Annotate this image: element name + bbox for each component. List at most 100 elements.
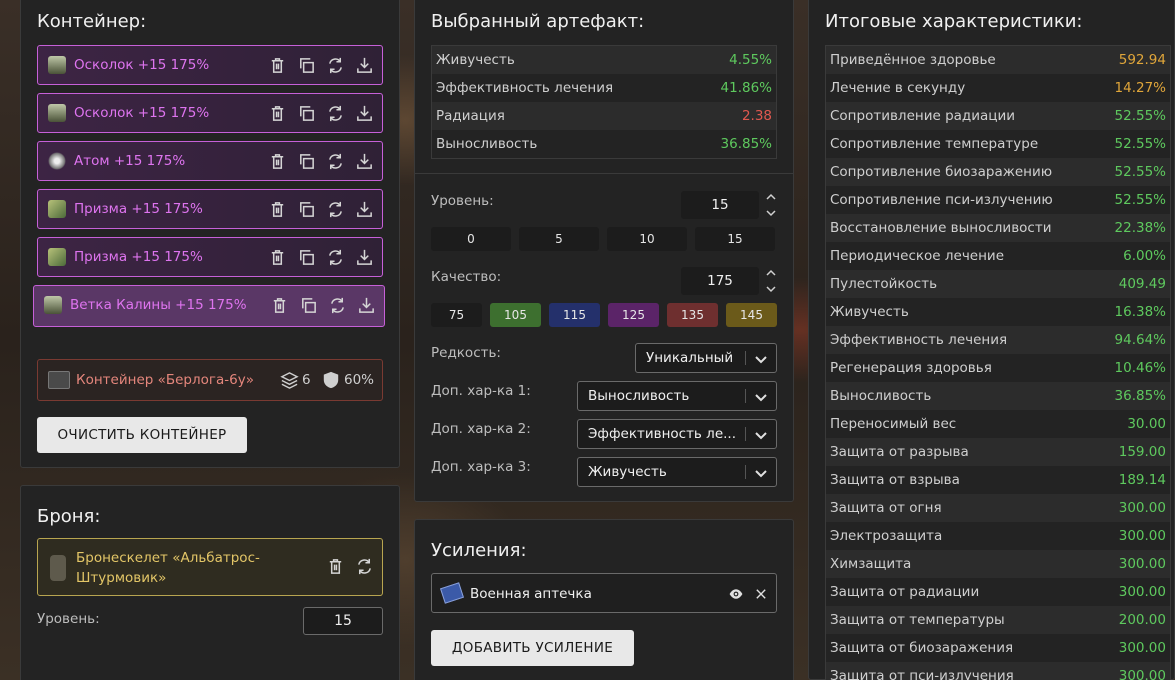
rarity-label: Редкость: (431, 345, 501, 361)
total-stat-row: Защита от радиации 300.00 (826, 578, 1170, 606)
total-stat-name: Защита от разрыва (830, 444, 969, 460)
total-stat-row: Защита от огня 300.00 (826, 494, 1170, 522)
copy-icon[interactable] (297, 200, 316, 219)
eye-icon[interactable] (728, 586, 744, 602)
trash-icon[interactable] (326, 557, 345, 576)
copy-icon[interactable] (297, 152, 316, 171)
container-item[interactable]: Атом +15 175% (37, 141, 383, 181)
level-preset-button[interactable]: 10 (607, 227, 687, 251)
level-preset-button[interactable]: 5 (519, 227, 599, 251)
trash-icon[interactable] (268, 200, 287, 219)
trash-icon[interactable] (268, 248, 287, 267)
container-item[interactable]: Призма +15 175% (37, 237, 383, 277)
swap-icon[interactable] (326, 152, 345, 171)
total-stat-row: Сопротивление пси-излучению 52.55% (826, 186, 1170, 214)
copy-icon[interactable] (297, 56, 316, 75)
level-input[interactable]: 15 (681, 191, 759, 219)
divider (415, 173, 793, 174)
level-spinner-icon[interactable] (765, 191, 777, 219)
total-stat-value: 300.00 (1118, 500, 1166, 516)
download-icon[interactable] (355, 56, 374, 75)
copy-icon[interactable] (299, 296, 318, 315)
trash-icon[interactable] (270, 296, 289, 315)
swap-icon[interactable] (326, 200, 345, 219)
extra1-select[interactable]: Выносливость (577, 381, 777, 411)
quality-preset-button[interactable]: 125 (608, 303, 659, 327)
total-stat-name: Защита от биозаражения (830, 640, 1014, 656)
armor-actions (326, 557, 374, 576)
add-boost-button[interactable]: ДОБАВИТЬ УСИЛЕНИЕ (431, 630, 634, 666)
total-stat-name: Электрозащита (830, 528, 943, 544)
shield-icon (323, 371, 339, 389)
stat-value: 36.85% (720, 136, 772, 152)
rarity-value: Уникальный (646, 350, 734, 366)
container-name: Контейнер «Берлога-6у» (76, 372, 254, 388)
total-stat-row: Регенерация здоровья 10.46% (826, 354, 1170, 382)
trash-icon[interactable] (268, 152, 287, 171)
copy-icon[interactable] (297, 104, 316, 123)
extra1-value: Выносливость (588, 388, 690, 404)
container-box[interactable]: Контейнер «Берлога-6у» 6 60% (37, 359, 383, 401)
total-stat-name: Периодическое лечение (830, 248, 1005, 264)
boosts-title: Усиления: (431, 540, 527, 561)
chevron-down-icon (755, 356, 767, 364)
boost-item[interactable]: Военная аптечка (431, 573, 777, 613)
container-item[interactable]: Призма +15 175% (37, 189, 383, 229)
swap-icon[interactable] (326, 56, 345, 75)
swap-icon[interactable] (326, 104, 345, 123)
container-item[interactable]: Осколок +15 175% (37, 93, 383, 133)
total-stat-row: Защита от взрыва 189.14 (826, 466, 1170, 494)
level-preset-button[interactable]: 0 (431, 227, 511, 251)
total-stat-value: 16.38% (1114, 304, 1166, 320)
quality-preset-button[interactable]: 105 (490, 303, 541, 327)
swap-icon[interactable] (355, 557, 374, 576)
level-label: Уровень: (431, 193, 494, 209)
item-actions (268, 200, 374, 219)
container-item[interactable]: Ветка Калины +15 175% (33, 285, 385, 327)
quality-preset-button[interactable]: 135 (667, 303, 718, 327)
medkit-icon (440, 582, 464, 604)
total-stat-name: Защита от взрыва (830, 472, 960, 488)
swap-icon[interactable] (328, 296, 347, 315)
extra3-select[interactable]: Живучесть (577, 457, 777, 487)
total-stat-row: Пулестойкость 409.49 (826, 270, 1170, 298)
level-preset-button[interactable]: 15 (695, 227, 775, 251)
quality-label: Качество: (431, 269, 502, 285)
armor-item[interactable]: Бронескелет «Альбатрос-Штурмовик» (37, 538, 383, 596)
total-stat-name: Сопротивление пси-излучению (830, 192, 1053, 208)
shard-icon (48, 56, 66, 74)
extra1-label: Доп. хар-ка 1: (431, 383, 531, 399)
quality-spinner-icon[interactable] (765, 267, 777, 295)
extra2-select[interactable]: Эффективность ле... (577, 419, 777, 449)
armor-panel: Броня: Бронескелет «Альбатрос-Штурмовик»… (20, 485, 400, 680)
total-stat-name: Выносливость (830, 388, 932, 404)
trash-icon[interactable] (268, 104, 287, 123)
trash-icon[interactable] (268, 56, 287, 75)
container-item[interactable]: Осколок +15 175% (37, 45, 383, 85)
swap-icon[interactable] (326, 248, 345, 267)
close-icon[interactable] (754, 587, 768, 601)
download-icon[interactable] (355, 248, 374, 267)
quality-preset-button[interactable]: 145 (726, 303, 777, 327)
copy-icon[interactable] (297, 248, 316, 267)
item-actions (268, 104, 374, 123)
total-stat-row: Электрозащита 300.00 (826, 522, 1170, 550)
quality-preset-button[interactable]: 75 (431, 303, 482, 327)
item-actions (268, 152, 374, 171)
clear-container-button[interactable]: ОЧИСТИТЬ КОНТЕЙНЕР (37, 417, 247, 453)
chevron-down-icon (755, 432, 767, 440)
quality-preset-button[interactable]: 115 (549, 303, 600, 327)
quality-input[interactable]: 175 (681, 267, 759, 295)
download-icon[interactable] (355, 152, 374, 171)
rarity-select[interactable]: Уникальный (635, 343, 777, 373)
download-icon[interactable] (355, 200, 374, 219)
container-slots: 6 (302, 372, 311, 388)
branch-icon (44, 296, 62, 314)
total-stat-value: 52.55% (1114, 136, 1166, 152)
download-icon[interactable] (355, 104, 374, 123)
armor-title: Броня: (37, 506, 101, 527)
download-icon[interactable] (357, 296, 376, 315)
total-stat-row: Защита от пси-излучения 300.00 (826, 662, 1170, 680)
container-protection: 60% (344, 372, 375, 388)
armor-level-input[interactable]: 15 (303, 607, 383, 635)
